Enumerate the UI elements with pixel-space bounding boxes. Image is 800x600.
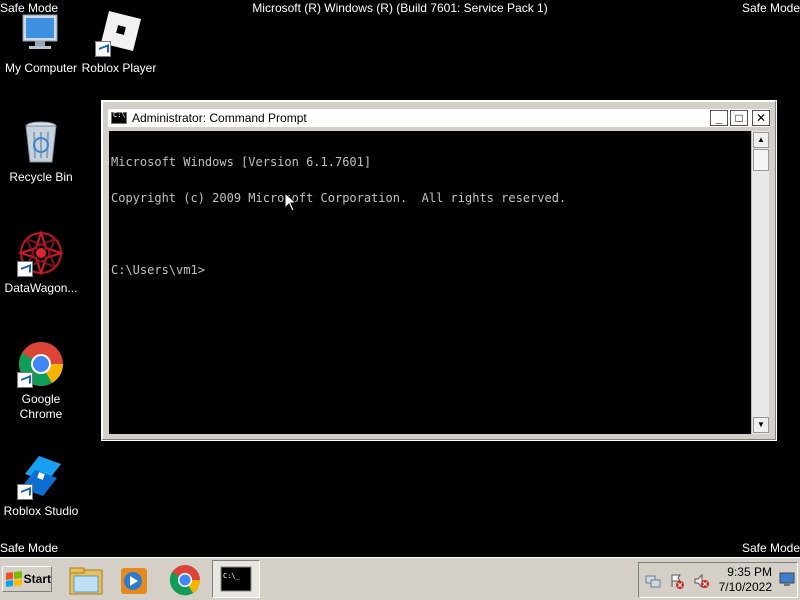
scroll-down-button[interactable]: ▼ [753,417,769,433]
safe-mode-label-bottom-left: Safe Mode [0,541,59,555]
scroll-thumb[interactable] [753,149,769,171]
close-button[interactable]: ✕ [752,110,770,126]
desktop-icon-label: Roblox Studio [3,504,79,518]
desktop-icon-google-chrome[interactable]: Google Chrome [0,340,82,422]
desktop-icon-label: Recycle Bin [9,170,73,184]
desktop-icon-recycle-bin[interactable]: Recycle Bin [0,118,82,185]
datawagon-icon [17,229,65,277]
maximize-button[interactable]: □ [730,110,748,126]
roblox-studio-icon [17,452,65,500]
taskbar: Start C:\_ 9:35 PM 7/10/2022 [0,557,800,600]
explorer-icon[interactable] [66,562,106,598]
console-prompt: C:\Users\vm1> [111,263,205,277]
svg-text:C:\_: C:\_ [223,572,241,580]
taskbar-item-command-prompt[interactable]: C:\_ [212,560,260,598]
volume-muted-icon[interactable] [693,573,709,589]
computer-icon [17,9,65,57]
action-center-icon[interactable] [669,573,685,589]
shortcut-arrow-icon [17,372,33,388]
window-title: Administrator: Command Prompt [132,111,307,125]
start-label: Start [23,572,51,586]
recycle-bin-icon [17,118,65,166]
window-titlebar[interactable]: Administrator: Command Prompt _ □ ✕ [108,109,770,127]
safe-mode-label-top-right: Safe Mode [741,1,800,15]
chrome-icon [17,340,65,388]
command-prompt-window[interactable]: Administrator: Command Prompt _ □ ✕ Micr… [101,100,777,441]
desktop-icon-label: Roblox Player [81,61,157,75]
roblox-player-icon [95,9,143,57]
shortcut-arrow-icon [17,484,33,500]
desktop-icon-my-computer[interactable]: My Computer [0,9,82,76]
console-line: Microsoft Windows [Version 6.1.7601] [111,155,372,169]
desktop-icon-label: DataWagon... [4,281,78,295]
system-clock[interactable]: 9:35 PM 7/10/2022 [710,565,772,595]
start-button[interactable]: Start [2,566,52,592]
clock-date: 7/10/2022 [718,580,772,594]
clock-time: 9:35 PM [727,565,772,579]
console-line: Copyright (c) 2009 Microsoft Corporation… [111,191,567,205]
windows-logo-icon [6,571,22,587]
show-desktop-button[interactable] [778,570,796,588]
media-player-icon[interactable] [113,562,153,598]
vertical-scrollbar[interactable]: ▲ ▼ [751,131,769,434]
desktop-icon-label: My Computer [4,61,78,75]
desktop-icon-label: Google Chrome [19,392,63,421]
safe-mode-label-bottom-right: Safe Mode [741,541,800,555]
desktop-icon-roblox-player[interactable]: Roblox Player [78,9,160,76]
chrome-icon[interactable] [165,562,205,598]
display-icon [779,572,795,586]
shortcut-arrow-icon [95,41,111,57]
cmd-icon [111,111,127,124]
cmd-icon: C:\_ [220,566,252,592]
console-output[interactable]: Microsoft Windows [Version 6.1.7601] Cop… [109,131,751,434]
desktop-icon-roblox-studio[interactable]: Roblox Studio [0,452,82,519]
desktop-icon-datawagon[interactable]: DataWagon... [0,229,82,296]
scroll-up-button[interactable]: ▲ [753,132,769,148]
shortcut-arrow-icon [17,261,33,277]
network-icon[interactable] [645,573,661,589]
minimize-button[interactable]: _ [710,110,728,126]
mouse-pointer-icon [284,192,298,212]
